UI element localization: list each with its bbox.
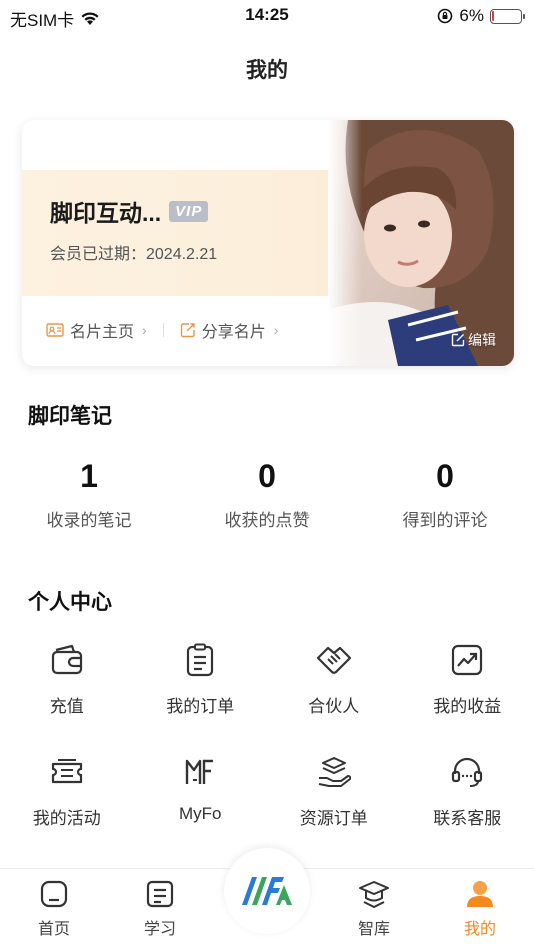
stat-comments[interactable]: 0 得到的评论: [356, 456, 534, 531]
notes-section-title: 脚印笔记: [28, 405, 112, 428]
tab-study[interactable]: 学习: [120, 879, 200, 939]
headset-icon: [449, 754, 485, 790]
notes-stats: 1 收录的笔记 0 收获的点赞 0 得到的评论: [0, 456, 534, 531]
edit-button[interactable]: 编辑: [451, 330, 496, 350]
card-homepage-link[interactable]: 名片主页 ›: [46, 318, 147, 342]
resource-orders-item[interactable]: 资源订单: [267, 754, 401, 829]
card-band: [22, 170, 362, 296]
card-share-label: 分享名片: [201, 324, 266, 341]
battery-percent: 6%: [459, 6, 484, 25]
tab-home[interactable]: 首页: [14, 879, 94, 939]
document-icon: [146, 880, 174, 908]
stat-likes[interactable]: 0 收获的点赞: [178, 456, 356, 531]
customer-service-item[interactable]: 联系客服: [401, 754, 534, 829]
myfo-item[interactable]: MyFo: [134, 754, 268, 829]
clipboard-icon: [182, 642, 218, 678]
card-links: 名片主页 › 分享名片 ›: [46, 318, 278, 342]
partner-item[interactable]: 合伙人: [267, 642, 401, 717]
profile-name-row: 脚印互动... VIP: [50, 194, 209, 228]
status-bar: 无SIM卡 14:25 6%: [0, 0, 534, 32]
stat-label: 收录的笔记: [46, 511, 132, 530]
my-orders-item[interactable]: 我的订单: [134, 642, 268, 717]
wallet-icon: [49, 642, 85, 678]
battery-level: [492, 10, 494, 21]
link-divider: [162, 323, 164, 337]
tab-label: 首页: [37, 921, 70, 938]
center-logo-button[interactable]: [224, 848, 310, 934]
personal-center-title: 个人中心: [28, 591, 112, 614]
graduation-cap-icon: [359, 881, 389, 909]
orientation-lock-icon: [438, 8, 453, 24]
stack-hand-icon: [316, 754, 352, 790]
stat-label: 收获的点赞: [224, 511, 310, 530]
tab-label: 智库: [357, 921, 390, 938]
stat-value: 0: [436, 458, 454, 494]
stat-label: 得到的评论: [402, 511, 488, 530]
edit-icon: [451, 333, 465, 347]
chart-up-icon: [449, 642, 485, 678]
app-logo-icon: [242, 877, 292, 905]
profile-card[interactable]: 脚印互动... VIP 会员已过期：2024.2.21 名片主页 › 分享名片 …: [22, 120, 514, 366]
grid-label: 我的收益: [433, 697, 502, 716]
stat-value: 0: [258, 458, 276, 494]
tab-label: 我的: [463, 921, 496, 938]
battery-icon: [490, 8, 525, 24]
vip-badge: VIP: [169, 200, 209, 222]
personal-center-row-2: 我的活动 MyFo 资源订单 联系客服: [0, 754, 534, 829]
grid-label: 资源订单: [299, 809, 368, 828]
card-homepage-label: 名片主页: [70, 324, 135, 341]
id-card-icon: [46, 323, 64, 337]
grid-label: 充值: [49, 697, 84, 716]
membership-expire-text: 会员已过期：2024.2.21: [50, 246, 218, 263]
chevron-right-icon: ›: [142, 322, 147, 338]
my-earnings-item[interactable]: 我的收益: [401, 642, 534, 717]
recharge-item[interactable]: 充值: [0, 642, 134, 717]
myfo-icon: [182, 754, 218, 790]
person-icon: [467, 881, 493, 907]
profile-photo: 编辑: [328, 120, 514, 366]
tab-think-tank[interactable]: 智库: [334, 879, 414, 939]
grid-label: 我的活动: [32, 809, 101, 828]
handshake-icon: [316, 642, 352, 678]
stat-notes[interactable]: 1 收录的笔记: [0, 456, 178, 531]
share-icon: [180, 323, 195, 338]
tab-mine[interactable]: 我的: [440, 879, 520, 939]
tab-label: 学习: [143, 921, 176, 938]
status-right: 6%: [437, 6, 525, 26]
grid-label: 联系客服: [433, 809, 502, 828]
grid-label: MyFo: [179, 804, 222, 823]
home-icon: [40, 880, 68, 908]
edit-label: 编辑: [468, 332, 496, 348]
page-title: 我的: [246, 59, 288, 82]
my-activities-item[interactable]: 我的活动: [0, 754, 134, 829]
profile-name: 脚印互动...: [50, 200, 162, 226]
personal-center-row-1: 充值 我的订单 合伙人 我的收益: [0, 642, 534, 717]
card-share-link[interactable]: 分享名片 ›: [180, 318, 279, 342]
grid-label: 合伙人: [308, 697, 360, 716]
chevron-right-icon: ›: [273, 322, 279, 338]
grid-label: 我的订单: [166, 697, 235, 716]
ticket-icon: [49, 754, 85, 790]
stat-value: 1: [80, 458, 98, 494]
